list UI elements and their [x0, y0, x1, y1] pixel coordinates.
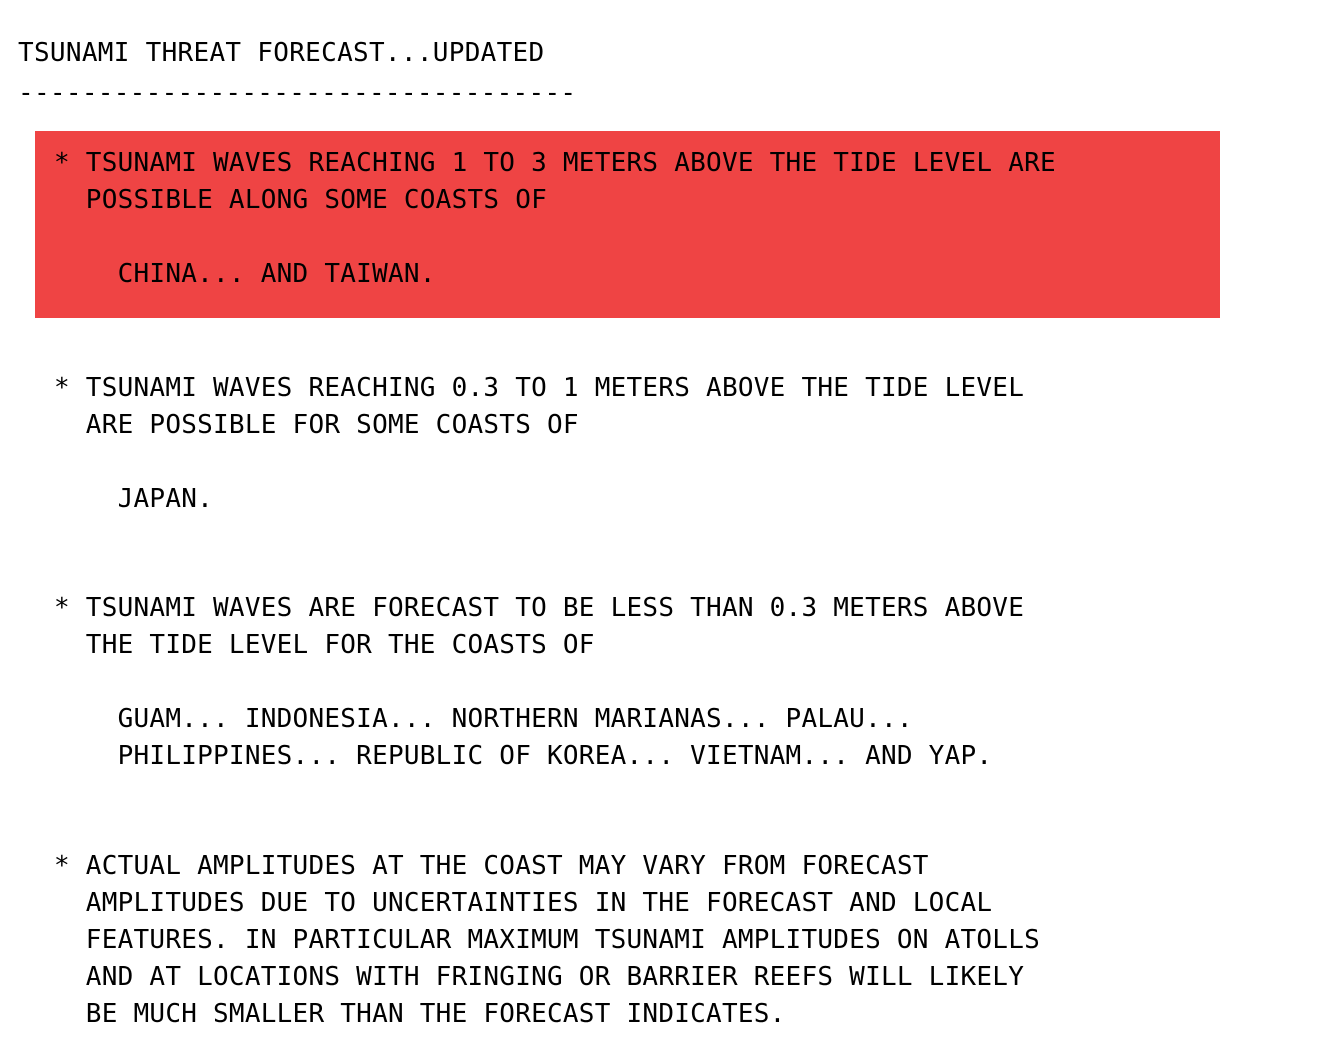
- threat-minor-locations-line-1: GUAM... INDONESIA... NORTHERN MARIANAS..…: [54, 704, 913, 734]
- threat-section-moderate: * TSUNAMI WAVES REACHING 0.3 TO 1 METERS…: [35, 370, 1315, 518]
- threat-section-highest: * TSUNAMI WAVES REACHING 1 TO 3 METERS A…: [35, 131, 1220, 318]
- page-title: TSUNAMI THREAT FORECAST...UPDATED: [18, 38, 545, 68]
- threat-moderate-line-2: ARE POSSIBLE FOR SOME COASTS OF: [54, 410, 579, 440]
- threat-minor-line-1: * TSUNAMI WAVES ARE FORECAST TO BE LESS …: [54, 593, 1025, 623]
- threat-highest-locations: CHINA... AND TAIWAN.: [54, 259, 436, 289]
- disclaimer-line-4: AND AT LOCATIONS WITH FRINGING OR BARRIE…: [54, 962, 1025, 992]
- threat-moderate-locations: JAPAN.: [54, 484, 214, 514]
- disclaimer-line-3: FEATURES. IN PARTICULAR MAXIMUM TSUNAMI …: [54, 925, 1041, 955]
- forecast-disclaimer-section: * ACTUAL AMPLITUDES AT THE COAST MAY VAR…: [35, 848, 1315, 1033]
- title-underline-rule: -----------------------------------: [18, 78, 577, 108]
- disclaimer-line-2: AMPLITUDES DUE TO UNCERTAINTIES IN THE F…: [54, 888, 993, 918]
- disclaimer-line-5: BE MUCH SMALLER THAN THE FORECAST INDICA…: [54, 999, 786, 1029]
- threat-minor-locations-line-2: PHILIPPINES... REPUBLIC OF KOREA... VIET…: [54, 741, 993, 771]
- threat-highest-line-1: * TSUNAMI WAVES REACHING 1 TO 3 METERS A…: [54, 148, 1056, 178]
- threat-highest-spacer: [35, 219, 1220, 256]
- threat-moderate-spacer: [35, 444, 1315, 481]
- threat-minor-line-2: THE TIDE LEVEL FOR THE COASTS OF: [54, 630, 595, 660]
- threat-moderate-line-1: * TSUNAMI WAVES REACHING 0.3 TO 1 METERS…: [54, 373, 1025, 403]
- threat-section-minor: * TSUNAMI WAVES ARE FORECAST TO BE LESS …: [35, 590, 1315, 775]
- tsunami-forecast-document: TSUNAMI THREAT FORECAST...UPDATED ------…: [0, 0, 1332, 1050]
- disclaimer-line-1: * ACTUAL AMPLITUDES AT THE COAST MAY VAR…: [54, 851, 929, 881]
- threat-minor-spacer: [35, 664, 1315, 701]
- threat-highest-line-2: POSSIBLE ALONG SOME COASTS OF: [54, 185, 548, 215]
